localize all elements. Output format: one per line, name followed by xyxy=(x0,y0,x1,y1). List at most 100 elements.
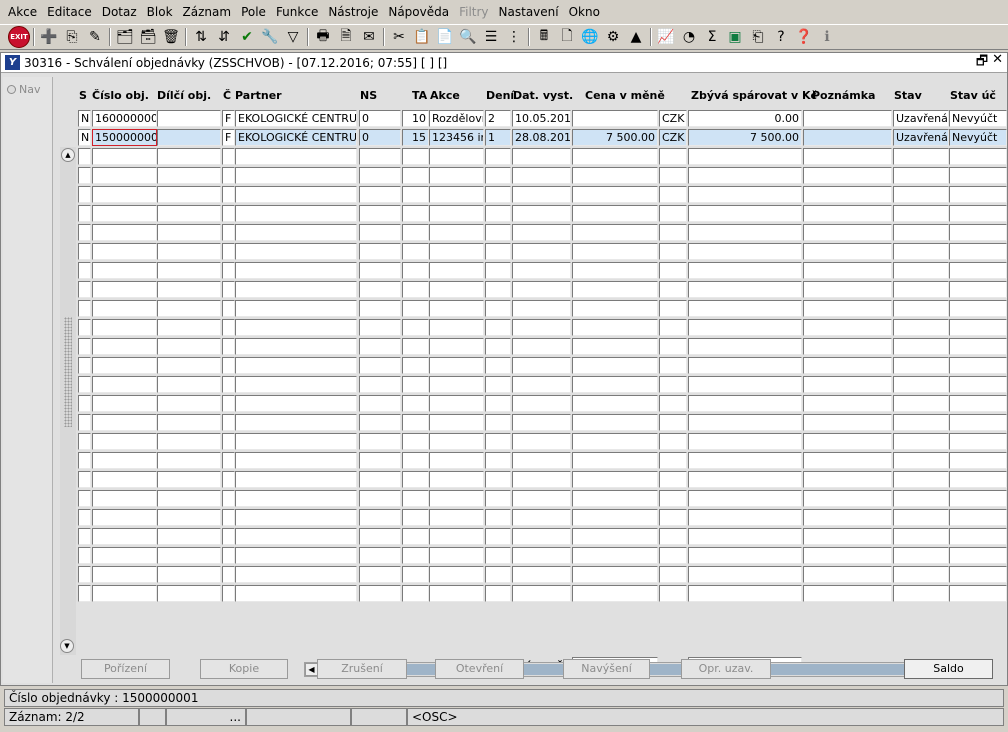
cell-cislo[interactable] xyxy=(92,338,157,355)
cell-zbyva[interactable]: 0.00 xyxy=(688,110,802,127)
cell-ta[interactable] xyxy=(402,547,429,564)
cell-akce[interactable] xyxy=(429,262,484,279)
cell-mena[interactable] xyxy=(659,376,687,393)
menu-nastaveni[interactable]: Nastavení xyxy=(495,5,563,19)
cell-akce[interactable]: Rozdělovn xyxy=(429,110,484,127)
cell-ta[interactable]: 10 xyxy=(402,110,429,127)
cell-partner[interactable] xyxy=(235,205,357,222)
cell-deni[interactable] xyxy=(485,300,511,317)
cell-ta[interactable] xyxy=(402,224,429,241)
cell-ns[interactable] xyxy=(359,585,401,602)
cell-zbyva[interactable] xyxy=(688,376,802,393)
cell-ta[interactable] xyxy=(402,528,429,545)
cell-zbyva[interactable] xyxy=(688,471,802,488)
cell-cena[interactable] xyxy=(572,319,658,336)
cell-stavuc[interactable] xyxy=(949,509,1007,526)
cell-poznamka[interactable] xyxy=(803,547,892,564)
cell-s[interactable] xyxy=(78,376,91,393)
menu-dotaz[interactable]: Dotaz xyxy=(98,5,141,19)
cell-stavuc[interactable]: Nevyúčt xyxy=(949,129,1007,146)
cell-akce[interactable] xyxy=(429,528,484,545)
cell-dilci[interactable] xyxy=(157,509,221,526)
cell-stav[interactable] xyxy=(893,566,949,583)
query-execute-icon[interactable]: 🗃 xyxy=(137,26,159,48)
cell-cislo[interactable] xyxy=(92,566,157,583)
filter-icon[interactable]: ▽ xyxy=(282,26,304,48)
cell-ns[interactable] xyxy=(359,528,401,545)
cell-dilci[interactable] xyxy=(157,395,221,412)
help-icon[interactable]: ❓ xyxy=(793,26,815,48)
cell-dilci[interactable] xyxy=(157,433,221,450)
cell-ta[interactable] xyxy=(402,452,429,469)
cell-mena[interactable] xyxy=(659,433,687,450)
cell-deni[interactable] xyxy=(485,205,511,222)
cell-zbyva[interactable] xyxy=(688,585,802,602)
cell-mena[interactable] xyxy=(659,471,687,488)
cell-c[interactable]: F xyxy=(222,110,235,127)
saldo-button[interactable]: Saldo xyxy=(904,659,993,679)
cell-cislo[interactable] xyxy=(92,205,157,222)
cell-ns[interactable] xyxy=(359,547,401,564)
cell-deni[interactable] xyxy=(485,319,511,336)
add-record-icon[interactable]: ➕ xyxy=(38,26,60,48)
cell-ta[interactable] xyxy=(402,338,429,355)
cell-stavuc[interactable] xyxy=(949,205,1007,222)
nav-radio[interactable]: Nav xyxy=(7,83,48,96)
cell-zbyva[interactable] xyxy=(688,148,802,165)
cell-dat[interactable] xyxy=(512,262,571,279)
cell-c[interactable] xyxy=(222,471,235,488)
cell-ns[interactable] xyxy=(359,243,401,260)
cell-stavuc[interactable] xyxy=(949,528,1007,545)
sort-desc-icon[interactable]: ⇵ xyxy=(213,26,235,48)
cell-dilci[interactable] xyxy=(157,243,221,260)
cell-dat[interactable] xyxy=(512,566,571,583)
cell-dilci[interactable] xyxy=(157,566,221,583)
cell-cena[interactable] xyxy=(572,338,658,355)
cell-deni[interactable] xyxy=(485,433,511,450)
menu-pole[interactable]: Pole xyxy=(237,5,270,19)
cell-stavuc[interactable] xyxy=(949,395,1007,412)
cell-s[interactable] xyxy=(78,566,91,583)
cell-stavuc[interactable] xyxy=(949,319,1007,336)
cell-dat[interactable] xyxy=(512,167,571,184)
cell-mena[interactable] xyxy=(659,452,687,469)
cell-ns[interactable] xyxy=(359,566,401,583)
query-enter-icon[interactable]: 🗂 xyxy=(114,26,136,48)
cell-s[interactable] xyxy=(78,167,91,184)
cell-ns[interactable] xyxy=(359,262,401,279)
cell-akce[interactable] xyxy=(429,186,484,203)
cell-partner[interactable] xyxy=(235,300,357,317)
cell-c[interactable] xyxy=(222,338,235,355)
cell-s[interactable]: N xyxy=(78,110,91,127)
cell-cena[interactable] xyxy=(572,148,658,165)
cell-akce[interactable] xyxy=(429,167,484,184)
close-icon[interactable]: ✕ xyxy=(992,52,1003,74)
cell-mena[interactable]: CZK xyxy=(659,129,687,146)
cell-dat[interactable]: 10.05.2016 xyxy=(512,110,571,127)
cell-dat[interactable] xyxy=(512,243,571,260)
cell-c[interactable] xyxy=(222,547,235,564)
cell-akce[interactable] xyxy=(429,376,484,393)
cell-cislo[interactable]: 1500000001 xyxy=(92,129,157,146)
cell-stav[interactable]: Uzavřená xyxy=(893,129,949,146)
cell-zbyva[interactable] xyxy=(688,186,802,203)
cell-ns[interactable] xyxy=(359,471,401,488)
cell-dat[interactable] xyxy=(512,357,571,374)
sum-icon[interactable]: Σ xyxy=(701,26,723,48)
cell-dat[interactable]: 28.08.2015 xyxy=(512,129,571,146)
cell-cena[interactable] xyxy=(572,205,658,222)
cell-poznamka[interactable] xyxy=(803,110,892,127)
cell-poznamka[interactable] xyxy=(803,281,892,298)
cell-poznamka[interactable] xyxy=(803,167,892,184)
cell-mena[interactable] xyxy=(659,395,687,412)
cell-akce[interactable] xyxy=(429,148,484,165)
cell-deni[interactable] xyxy=(485,566,511,583)
cell-cislo[interactable] xyxy=(92,433,157,450)
cell-ta[interactable] xyxy=(402,566,429,583)
cell-zbyva[interactable] xyxy=(688,566,802,583)
cell-akce[interactable] xyxy=(429,414,484,431)
cell-s[interactable] xyxy=(78,262,91,279)
cell-stav[interactable] xyxy=(893,528,949,545)
menu-akce[interactable]: Akce xyxy=(4,5,41,19)
cell-akce[interactable] xyxy=(429,357,484,374)
